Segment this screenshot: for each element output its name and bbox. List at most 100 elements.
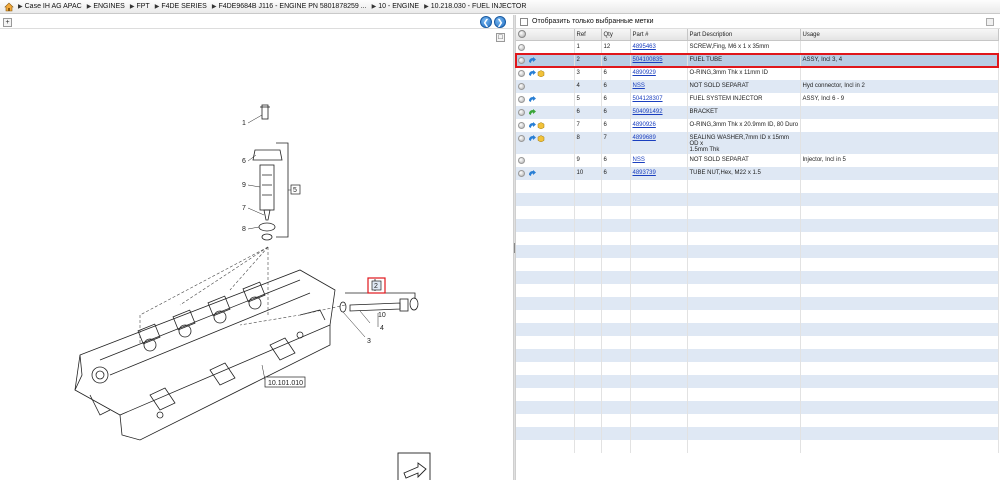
cell-part: NSS	[630, 79, 688, 93]
cell-description: FUEL TUBE	[687, 53, 801, 67]
row-icons	[516, 66, 575, 80]
header-part[interactable]: Part #	[630, 29, 688, 41]
filter-bar: Отобразить только выбранные метки	[516, 15, 1000, 29]
part-number-link[interactable]: 504091492	[633, 109, 663, 115]
cell-description: NOT SOLD SEPARAT	[687, 79, 801, 93]
table-row[interactable]: 2 6 504100835 FUEL TUBE ASSY, Incl 3, 4	[515, 52, 999, 68]
table-row[interactable]: 5 6 504128307 FUEL SYSTEM INJECTOR ASSY, Inc…	[516, 92, 999, 106]
part-number-link[interactable]: 4890926	[633, 122, 656, 128]
empty-row	[516, 179, 999, 193]
select-row-icon[interactable]	[518, 44, 525, 51]
breadcrumb-item[interactable]: ENGINES	[87, 3, 125, 10]
cell-description: SCREW,Fing, M6 x 1 x 35mm	[687, 40, 801, 54]
table-row[interactable]: 7 6 4890926 O-RING,3mm Thk x 20.9mm ID, 80 …	[516, 118, 999, 132]
cell-qty: 6	[601, 166, 631, 180]
cell-part: 504128307	[630, 92, 688, 106]
table-row[interactable]: 8 7 4899689 SEALING WASHER,7mm ID x 15mm OD…	[516, 131, 999, 154]
empty-row	[516, 374, 999, 388]
callout-7: 7	[242, 205, 246, 212]
breadcrumb-item[interactable]: 10.218.030 - FUEL INJECTOR	[424, 3, 526, 10]
header-description[interactable]: Part Description	[687, 29, 801, 41]
part-number-link[interactable]: 504100835	[633, 57, 663, 63]
blue-arrow-icon[interactable]	[528, 121, 536, 129]
header-ref[interactable]: Ref	[574, 29, 602, 41]
part-number-link[interactable]: NSS	[633, 157, 645, 163]
breadcrumb-item[interactable]: 10 - ENGINE	[372, 3, 419, 10]
header-icon-col[interactable]	[516, 29, 575, 41]
callout-10: 10	[378, 312, 386, 319]
blue-arrow-icon[interactable]	[528, 69, 536, 77]
description-line: O-RING,3mm Thk x 11mm ID	[689, 69, 768, 76]
select-row-icon[interactable]	[518, 95, 525, 103]
cylinder-head-drawing	[74, 269, 336, 441]
blue-arrow-icon[interactable]	[528, 95, 536, 103]
part-number-link[interactable]: 4893739	[633, 170, 656, 176]
part-number-link[interactable]: 4890929	[633, 70, 656, 76]
table-row[interactable]: 4 6 NSS NOT SOLD SEPARAT Hyd connector, Incl…	[516, 79, 999, 93]
table-row[interactable]: 10 6 4893739 TUBE NUT,Hex, M22 x 1.5	[516, 166, 999, 180]
settings-icon[interactable]	[518, 30, 526, 38]
next-page-icon[interactable]	[397, 452, 431, 480]
header-qty[interactable]: Qty	[601, 29, 631, 41]
select-row-icon[interactable]	[518, 82, 525, 90]
cell-description: TUBE NUT,Hex, M22 x 1.5	[687, 166, 801, 180]
empty-row	[516, 296, 999, 310]
table-row[interactable]: 9 6 NSS NOT SOLD SEPARAT Injector, Incl in 5	[516, 153, 999, 167]
table-row[interactable]: 6 6 504091492 BRACKET	[516, 105, 999, 119]
select-row-icon[interactable]	[518, 108, 525, 116]
yellow-package-icon[interactable]	[537, 134, 545, 142]
part-number-link[interactable]: 4895463	[633, 44, 656, 50]
green-arrow-icon[interactable]	[528, 108, 536, 116]
callout-8: 8	[242, 226, 246, 233]
select-row-icon[interactable]	[518, 169, 525, 177]
part-number-link[interactable]: NSS	[633, 83, 645, 89]
header-usage[interactable]: Usage	[800, 29, 999, 41]
select-row-icon[interactable]	[518, 56, 525, 64]
select-row-icon[interactable]	[518, 156, 525, 164]
table-row[interactable]: 1 12 4895463 SCREW,Fing, M6 x 1 x 35mm	[516, 40, 999, 54]
breadcrumb-item[interactable]: Case IH AG APAC	[18, 3, 82, 10]
cell-ref: 3	[574, 66, 602, 80]
cell-qty: 6	[601, 118, 631, 132]
cell-ref: 5	[574, 92, 602, 106]
show-selected-checkbox[interactable]	[520, 17, 528, 26]
breadcrumb-item[interactable]: F4DE9684B J116 - ENGINE PN 5801878259 ..…	[212, 3, 367, 10]
description-line: SCREW,Fing, M6 x 1 x 35mm	[689, 44, 770, 50]
empty-row	[516, 413, 999, 427]
cell-part: 4895463	[630, 40, 688, 54]
part-number-link[interactable]: 504128307	[633, 96, 663, 102]
cell-qty: 6	[601, 92, 631, 106]
table-row[interactable]: 3 6 4890929 O-RING,3mm Thk x 11mm ID	[516, 66, 999, 80]
home-icon[interactable]	[4, 2, 14, 12]
cell-qty: 6	[601, 66, 631, 80]
blue-arrow-icon[interactable]	[528, 56, 536, 64]
blue-arrow-icon[interactable]	[528, 169, 536, 177]
part-number-link[interactable]: 4899689	[633, 135, 656, 141]
empty-row	[516, 231, 999, 245]
breadcrumb-item[interactable]: FPT	[130, 3, 150, 10]
cell-qty: 6	[601, 53, 631, 67]
panel-options-icon[interactable]	[986, 18, 994, 26]
callout-2-box[interactable]: 2	[374, 283, 378, 290]
breadcrumb-bar: Case IH AG APAC ENGINES FPT F4DE SERIES F4DE…	[0, 0, 1000, 14]
cell-ref: 2	[574, 53, 602, 67]
select-row-icon[interactable]	[518, 121, 525, 129]
cell-qty: 6	[601, 79, 631, 93]
empty-row	[516, 270, 999, 284]
select-row-icon[interactable]	[518, 69, 525, 77]
cell-qty: 7	[601, 131, 631, 154]
callout-5-box: 5	[293, 187, 297, 194]
blue-arrow-icon[interactable]	[528, 134, 536, 142]
breadcrumb-item[interactable]: F4DE SERIES	[155, 3, 207, 10]
cell-usage: Injector, Incl in 5	[800, 153, 999, 167]
row-icons	[516, 105, 575, 119]
yellow-package-icon[interactable]	[537, 69, 545, 77]
injector-stack-drawing	[252, 104, 289, 241]
yellow-package-icon[interactable]	[537, 121, 545, 129]
empty-row	[516, 218, 999, 232]
empty-row	[516, 348, 999, 362]
cell-part: 4890926	[630, 118, 688, 132]
cell-part: 4899689	[630, 131, 688, 154]
empty-row	[516, 309, 999, 323]
select-row-icon[interactable]	[518, 134, 525, 142]
